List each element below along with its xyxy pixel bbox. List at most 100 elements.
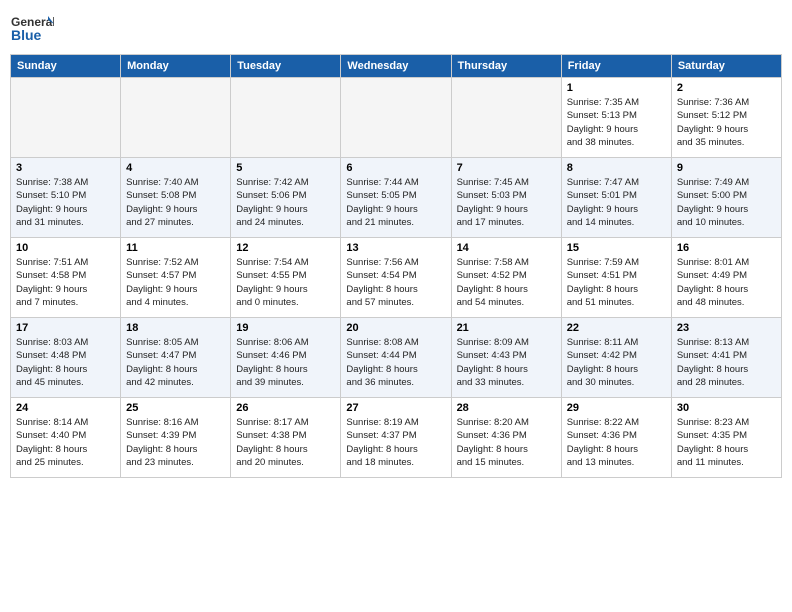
day-info: Sunrise: 7:52 AM Sunset: 4:57 PM Dayligh… bbox=[126, 256, 225, 309]
day-info: Sunrise: 7:40 AM Sunset: 5:08 PM Dayligh… bbox=[126, 176, 225, 229]
week-row-1: 1 Sunrise: 7:35 AM Sunset: 5:13 PM Daylig… bbox=[11, 78, 782, 158]
day-info: Sunrise: 7:42 AM Sunset: 5:06 PM Dayligh… bbox=[236, 176, 335, 229]
day-cell-1-3: 6 Sunrise: 7:44 AM Sunset: 5:05 PM Daylig… bbox=[341, 158, 451, 238]
day-number: 18 bbox=[126, 322, 225, 334]
day-number: 15 bbox=[567, 242, 666, 254]
day-number: 26 bbox=[236, 402, 335, 414]
day-cell-0-3 bbox=[341, 78, 451, 158]
day-number: 12 bbox=[236, 242, 335, 254]
day-info: Sunrise: 8:20 AM Sunset: 4:36 PM Dayligh… bbox=[457, 416, 556, 469]
day-info: Sunrise: 7:35 AM Sunset: 5:13 PM Dayligh… bbox=[567, 96, 666, 149]
day-number: 11 bbox=[126, 242, 225, 254]
day-info: Sunrise: 7:54 AM Sunset: 4:55 PM Dayligh… bbox=[236, 256, 335, 309]
day-cell-4-3: 27Sunrise: 8:19 AM Sunset: 4:37 PM Dayli… bbox=[341, 398, 451, 478]
day-number: 20 bbox=[346, 322, 445, 334]
day-cell-4-5: 29 Sunrise: 8:22 AM Sunset: 4:36 PM Dayli… bbox=[561, 398, 671, 478]
day-info: Sunrise: 8:05 AM Sunset: 4:47 PM Dayligh… bbox=[126, 336, 225, 389]
day-info: Sunrise: 8:08 AM Sunset: 4:44 PM Dayligh… bbox=[346, 336, 445, 389]
day-number: 10 bbox=[16, 242, 115, 254]
day-number: 9 bbox=[677, 162, 776, 174]
day-info: Sunrise: 8:06 AM Sunset: 4:46 PM Dayligh… bbox=[236, 336, 335, 389]
day-cell-3-5: 22Sunrise: 8:11 AM Sunset: 4:42 PM Dayli… bbox=[561, 318, 671, 398]
day-number: 4 bbox=[126, 162, 225, 174]
day-info: Sunrise: 8:03 AM Sunset: 4:48 PM Dayligh… bbox=[16, 336, 115, 389]
day-number: 6 bbox=[346, 162, 445, 174]
day-cell-1-6: 9 Sunrise: 7:49 AM Sunset: 5:00 PM Daylig… bbox=[671, 158, 781, 238]
day-info: Sunrise: 8:22 AM Sunset: 4:36 PM Dayligh… bbox=[567, 416, 666, 469]
day-number: 29 bbox=[567, 402, 666, 414]
svg-text:Blue: Blue bbox=[11, 27, 42, 43]
day-info: Sunrise: 7:44 AM Sunset: 5:05 PM Dayligh… bbox=[346, 176, 445, 229]
day-number: 25 bbox=[126, 402, 225, 414]
day-cell-3-1: 18 Sunrise: 8:05 AM Sunset: 4:47 PM Dayli… bbox=[121, 318, 231, 398]
day-cell-0-2 bbox=[231, 78, 341, 158]
day-info: Sunrise: 7:56 AM Sunset: 4:54 PM Dayligh… bbox=[346, 256, 445, 309]
day-cell-4-1: 25 Sunrise: 8:16 AM Sunset: 4:39 PM Dayli… bbox=[121, 398, 231, 478]
day-info: Sunrise: 8:16 AM Sunset: 4:39 PM Dayligh… bbox=[126, 416, 225, 469]
calendar-table: SundayMondayTuesdayWednesdayThursdayFrid… bbox=[10, 54, 782, 478]
day-number: 22 bbox=[567, 322, 666, 334]
day-cell-2-6: 16Sunrise: 8:01 AM Sunset: 4:49 PM Dayli… bbox=[671, 238, 781, 318]
day-cell-1-0: 3Sunrise: 7:38 AM Sunset: 5:10 PM Daylig… bbox=[11, 158, 121, 238]
day-cell-1-2: 5 Sunrise: 7:42 AM Sunset: 5:06 PM Daylig… bbox=[231, 158, 341, 238]
week-row-3: 10 Sunrise: 7:51 AM Sunset: 4:58 PM Dayli… bbox=[11, 238, 782, 318]
day-number: 28 bbox=[457, 402, 556, 414]
day-info: Sunrise: 7:47 AM Sunset: 5:01 PM Dayligh… bbox=[567, 176, 666, 229]
day-info: Sunrise: 7:38 AM Sunset: 5:10 PM Dayligh… bbox=[16, 176, 115, 229]
day-number: 8 bbox=[567, 162, 666, 174]
day-cell-0-0 bbox=[11, 78, 121, 158]
logo-svg: General Blue bbox=[10, 10, 54, 50]
day-info: Sunrise: 7:59 AM Sunset: 4:51 PM Dayligh… bbox=[567, 256, 666, 309]
day-cell-3-3: 20 Sunrise: 8:08 AM Sunset: 4:44 PM Dayli… bbox=[341, 318, 451, 398]
day-cell-0-1 bbox=[121, 78, 231, 158]
day-cell-3-6: 23 Sunrise: 8:13 AM Sunset: 4:41 PM Dayli… bbox=[671, 318, 781, 398]
day-cell-2-1: 11 Sunrise: 7:52 AM Sunset: 4:57 PM Dayli… bbox=[121, 238, 231, 318]
day-number: 2 bbox=[677, 82, 776, 94]
day-info: Sunrise: 8:17 AM Sunset: 4:38 PM Dayligh… bbox=[236, 416, 335, 469]
day-cell-0-4 bbox=[451, 78, 561, 158]
day-number: 14 bbox=[457, 242, 556, 254]
day-cell-3-4: 21Sunrise: 8:09 AM Sunset: 4:43 PM Dayli… bbox=[451, 318, 561, 398]
day-cell-4-2: 26 Sunrise: 8:17 AM Sunset: 4:38 PM Dayli… bbox=[231, 398, 341, 478]
day-cell-4-6: 30 Sunrise: 8:23 AM Sunset: 4:35 PM Dayli… bbox=[671, 398, 781, 478]
header-monday: Monday bbox=[121, 55, 231, 78]
day-cell-2-2: 12 Sunrise: 7:54 AM Sunset: 4:55 PM Dayli… bbox=[231, 238, 341, 318]
header-friday: Friday bbox=[561, 55, 671, 78]
header-wednesday: Wednesday bbox=[341, 55, 451, 78]
day-number: 1 bbox=[567, 82, 666, 94]
logo: General Blue bbox=[10, 10, 54, 50]
day-number: 19 bbox=[236, 322, 335, 334]
day-number: 17 bbox=[16, 322, 115, 334]
day-cell-2-0: 10 Sunrise: 7:51 AM Sunset: 4:58 PM Dayli… bbox=[11, 238, 121, 318]
day-number: 13 bbox=[346, 242, 445, 254]
day-info: Sunrise: 8:23 AM Sunset: 4:35 PM Dayligh… bbox=[677, 416, 776, 469]
week-row-5: 24 Sunrise: 8:14 AM Sunset: 4:40 PM Dayli… bbox=[11, 398, 782, 478]
day-number: 27 bbox=[346, 402, 445, 414]
day-cell-0-6: 2 Sunrise: 7:36 AM Sunset: 5:12 PM Daylig… bbox=[671, 78, 781, 158]
day-info: Sunrise: 7:36 AM Sunset: 5:12 PM Dayligh… bbox=[677, 96, 776, 149]
day-cell-0-5: 1 Sunrise: 7:35 AM Sunset: 5:13 PM Daylig… bbox=[561, 78, 671, 158]
day-info: Sunrise: 8:14 AM Sunset: 4:40 PM Dayligh… bbox=[16, 416, 115, 469]
day-info: Sunrise: 7:45 AM Sunset: 5:03 PM Dayligh… bbox=[457, 176, 556, 229]
day-number: 7 bbox=[457, 162, 556, 174]
page-header: General Blue bbox=[10, 10, 782, 50]
day-cell-2-3: 13 Sunrise: 7:56 AM Sunset: 4:54 PM Dayli… bbox=[341, 238, 451, 318]
header-saturday: Saturday bbox=[671, 55, 781, 78]
week-row-2: 3Sunrise: 7:38 AM Sunset: 5:10 PM Daylig… bbox=[11, 158, 782, 238]
day-cell-1-1: 4 Sunrise: 7:40 AM Sunset: 5:08 PM Daylig… bbox=[121, 158, 231, 238]
day-number: 5 bbox=[236, 162, 335, 174]
header-tuesday: Tuesday bbox=[231, 55, 341, 78]
day-number: 30 bbox=[677, 402, 776, 414]
day-info: Sunrise: 7:49 AM Sunset: 5:00 PM Dayligh… bbox=[677, 176, 776, 229]
header-thursday: Thursday bbox=[451, 55, 561, 78]
day-cell-1-4: 7 Sunrise: 7:45 AM Sunset: 5:03 PM Daylig… bbox=[451, 158, 561, 238]
week-row-4: 17 Sunrise: 8:03 AM Sunset: 4:48 PM Dayli… bbox=[11, 318, 782, 398]
day-info: Sunrise: 7:51 AM Sunset: 4:58 PM Dayligh… bbox=[16, 256, 115, 309]
day-number: 23 bbox=[677, 322, 776, 334]
day-cell-1-5: 8 Sunrise: 7:47 AM Sunset: 5:01 PM Daylig… bbox=[561, 158, 671, 238]
day-number: 24 bbox=[16, 402, 115, 414]
day-info: Sunrise: 8:13 AM Sunset: 4:41 PM Dayligh… bbox=[677, 336, 776, 389]
day-info: Sunrise: 8:09 AM Sunset: 4:43 PM Dayligh… bbox=[457, 336, 556, 389]
day-cell-3-0: 17 Sunrise: 8:03 AM Sunset: 4:48 PM Dayli… bbox=[11, 318, 121, 398]
day-number: 16 bbox=[677, 242, 776, 254]
